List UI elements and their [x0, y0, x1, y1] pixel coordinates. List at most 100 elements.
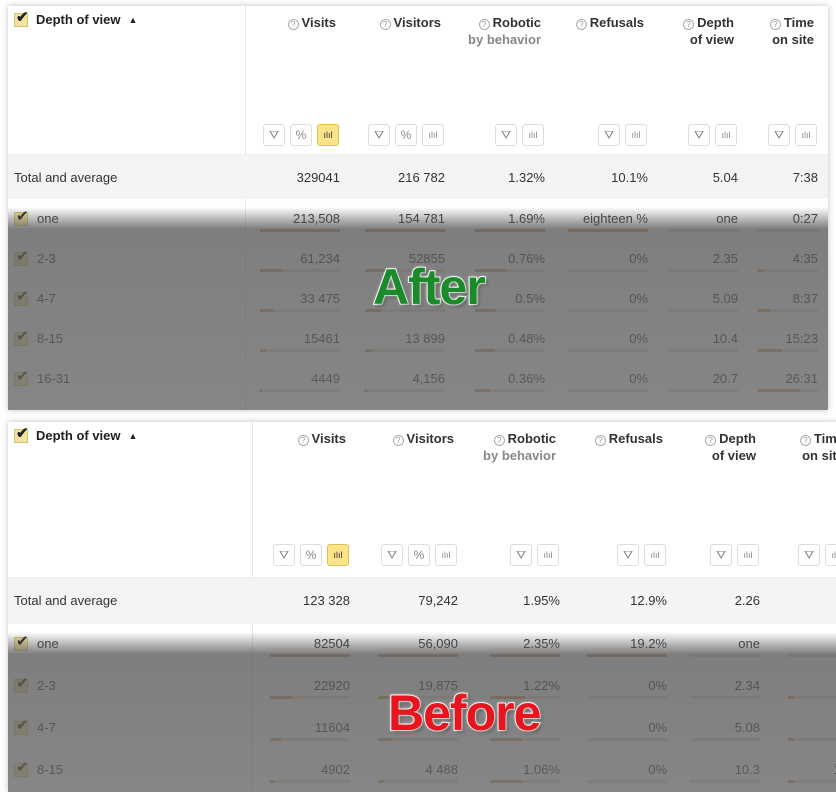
table-row[interactable]: one 213,508 154 781 1.69% eighteen % one 0:27 — [8, 199, 828, 239]
column-tools: ⛛% ılıl — [381, 544, 457, 566]
column-tools: ⛛ılıl — [688, 124, 737, 146]
column-header-refusals[interactable]: ? Refusals — [575, 14, 644, 31]
chart-icon[interactable]: ılıl — [317, 124, 339, 146]
filter-icon[interactable]: ⛛ — [381, 544, 403, 566]
share-bar-fill — [788, 696, 794, 699]
row-dimension[interactable]: 2-3 — [14, 674, 56, 693]
table-header: Depth of view▲?Visits⛛%ılıl?Visitors⛛%ıl… — [8, 6, 828, 155]
help-icon[interactable]: ? — [297, 435, 309, 446]
help-icon[interactable]: ? — [478, 19, 490, 30]
table-row[interactable]: 16-31 4449 4,156 0.36% 0% 20.7 26:31 — [8, 359, 828, 399]
row-checkbox[interactable] — [14, 632, 29, 651]
help-icon[interactable]: ? — [705, 435, 717, 446]
chart-icon[interactable]: ılıl — [422, 124, 444, 146]
dimension-checkbox[interactable] — [14, 8, 29, 27]
column-header-robotic[interactable]: ? Robotic by behavior — [468, 14, 541, 48]
filter-icon[interactable]: ⛛ — [710, 544, 732, 566]
column-header-visitors[interactable]: ? Visitors — [379, 14, 441, 31]
filter-icon[interactable]: ⛛ — [598, 124, 620, 146]
row-dimension[interactable]: 8-15 — [14, 758, 63, 777]
row-dimension[interactable]: 8-15 — [14, 327, 63, 346]
row-dimension[interactable]: 4-7 — [14, 716, 56, 735]
column-label: Robotic — [492, 15, 541, 30]
filter-icon[interactable]: ⛛ — [768, 124, 790, 146]
chart-icon[interactable]: ılıl — [737, 544, 759, 566]
help-icon[interactable]: ? — [392, 435, 404, 446]
dimension-checkbox[interactable] — [14, 424, 29, 443]
help-icon[interactable]: ? — [287, 19, 299, 30]
dimension-header[interactable]: Depth of view ▲ — [14, 424, 138, 443]
help-icon[interactable]: ? — [493, 435, 505, 446]
percent-icon[interactable]: % — [395, 124, 417, 146]
column-header-visits[interactable]: ? Visits — [297, 430, 346, 447]
column-header-depth[interactable]: ? Depth of view — [705, 430, 756, 464]
row-dimension[interactable]: 2-3 — [14, 247, 56, 266]
column-label: Robotic — [507, 431, 556, 446]
column-header-visitors[interactable]: ? Visitors — [392, 430, 454, 447]
chart-icon[interactable]: ılıl — [715, 124, 737, 146]
percent-icon[interactable]: % — [408, 544, 430, 566]
help-icon[interactable]: ? — [379, 19, 391, 30]
chart-icon[interactable]: ılıl — [522, 124, 544, 146]
row-checkbox[interactable] — [14, 327, 29, 346]
help-icon[interactable]: ? — [769, 19, 781, 30]
row-dimension[interactable]: 4-7 — [14, 287, 56, 306]
after-label: After — [372, 258, 487, 316]
column-header-visits[interactable]: ? Visits — [287, 14, 336, 31]
filter-icon[interactable]: ⛛ — [273, 544, 295, 566]
filter-icon[interactable]: ⛛ — [617, 544, 639, 566]
row-dimension[interactable]: one — [14, 207, 59, 226]
dimension-header-label[interactable]: Depth of view — [36, 428, 121, 443]
dimension-header-label[interactable]: Depth of view — [36, 12, 121, 27]
filter-icon[interactable]: ⛛ — [688, 124, 710, 146]
column-tools: ⛛% ılıl — [273, 544, 349, 566]
column-header-robotic[interactable]: ? Robotic by behavior — [483, 430, 556, 464]
row-checkbox[interactable] — [14, 758, 29, 777]
column-header-time[interactable]: ?Time on site — [799, 430, 836, 464]
chart-icon[interactable]: ılıl — [327, 544, 349, 566]
row-cell: 22920 — [313, 678, 350, 693]
percent-icon[interactable]: % — [290, 124, 312, 146]
filter-icon[interactable]: ⛛ — [510, 544, 532, 566]
chart-icon[interactable]: ılıl — [825, 544, 836, 566]
row-dimension[interactable]: one — [14, 632, 59, 651]
percent-icon[interactable]: % — [300, 544, 322, 566]
chart-icon[interactable]: ılıl — [537, 544, 559, 566]
share-bar-fill — [587, 654, 667, 657]
filter-icon[interactable]: ⛛ — [495, 124, 517, 146]
row-dimension[interactable]: 16-31 — [14, 367, 70, 386]
share-bar — [270, 654, 350, 657]
column-header-time[interactable]: ?Time on site — [769, 14, 814, 48]
sort-asc-icon[interactable]: ▲ — [129, 15, 138, 25]
total-cell: 123 328 — [303, 593, 350, 608]
table-row[interactable]: one8250456,0902.35%19.2%one0: — [8, 624, 836, 666]
share-bar — [475, 349, 545, 352]
table-row[interactable]: 8-1549024 4881.06%0%10.315 — [8, 750, 836, 792]
row-checkbox[interactable] — [14, 207, 29, 226]
share-bar — [788, 654, 836, 657]
help-icon[interactable]: ? — [575, 19, 587, 30]
dimension-header[interactable]: Depth of view ▲ — [14, 8, 138, 27]
row-checkbox[interactable] — [14, 716, 29, 735]
column-header-refusals[interactable]: ? Refusals — [594, 430, 663, 447]
chart-icon[interactable]: ılıl — [625, 124, 647, 146]
share-bar — [365, 229, 445, 232]
chart-icon[interactable]: ılıl — [644, 544, 666, 566]
table-header: Depth of view▲?Visits⛛%ılıl?Visitors⛛%ıl… — [8, 422, 836, 578]
table-row[interactable]: 8-15 15461 13 899 0.48% 0% 10.4 15:23 — [8, 319, 828, 359]
row-checkbox[interactable] — [14, 674, 29, 693]
help-icon[interactable]: ? — [594, 435, 606, 446]
chart-icon[interactable]: ılıl — [435, 544, 457, 566]
row-checkbox[interactable] — [14, 367, 29, 386]
row-checkbox[interactable] — [14, 247, 29, 266]
chart-icon[interactable]: ılıl — [795, 124, 817, 146]
sort-asc-icon[interactable]: ▲ — [129, 431, 138, 441]
column-header-depth[interactable]: ? Depth of view — [683, 14, 734, 48]
help-icon[interactable]: ? — [799, 435, 811, 446]
filter-icon[interactable]: ⛛ — [368, 124, 390, 146]
filter-icon[interactable]: ⛛ — [263, 124, 285, 146]
help-icon[interactable]: ? — [683, 19, 695, 30]
share-bar-fill — [758, 389, 800, 392]
row-checkbox[interactable] — [14, 287, 29, 306]
filter-icon[interactable]: ⛛ — [798, 544, 820, 566]
